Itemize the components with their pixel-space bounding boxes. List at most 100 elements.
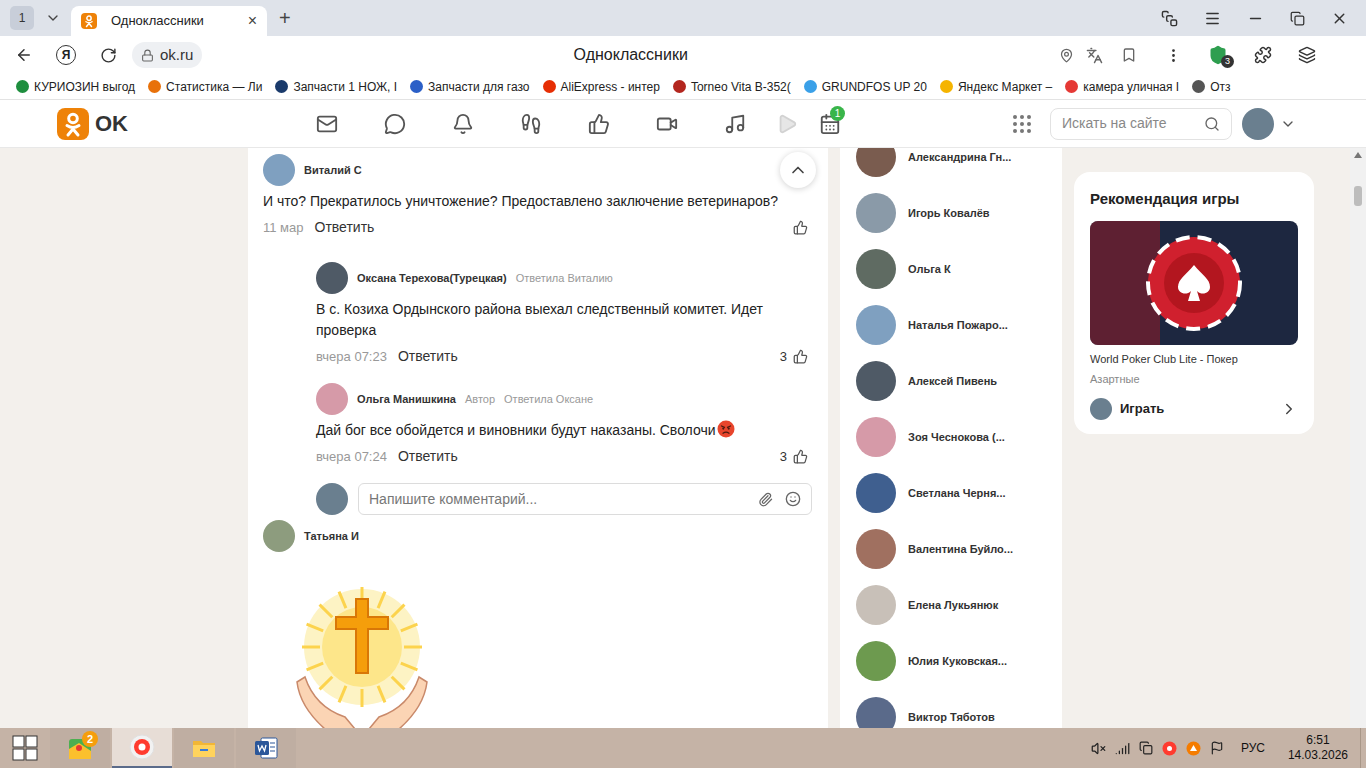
yandex-button[interactable]: Я xyxy=(56,45,76,65)
show-desktop[interactable] xyxy=(1360,728,1366,768)
bookmark-item[interactable]: Запчасти для газо xyxy=(410,78,529,96)
tabs-dropdown-icon[interactable] xyxy=(45,10,61,26)
friend-item[interactable]: Игорь Ковалёв xyxy=(840,185,1062,241)
nav-item[interactable]: 1 xyxy=(805,100,855,148)
friend-item[interactable]: Виктор Тяботов xyxy=(840,689,1062,728)
profile-chevron-icon[interactable] xyxy=(1280,116,1296,132)
play-button[interactable]: Играть xyxy=(1090,398,1298,420)
nav-item[interactable] xyxy=(361,100,429,148)
comment-avatar[interactable] xyxy=(316,262,348,294)
bookmark-item[interactable]: Яндекс Маркет – xyxy=(940,78,1052,96)
tray-window-icon[interactable] xyxy=(1139,741,1153,755)
language-indicator[interactable]: РУС xyxy=(1241,739,1265,757)
taskbar-app[interactable]: 2 xyxy=(50,728,110,768)
emoji-icon[interactable] xyxy=(785,491,801,507)
windows-start-icon[interactable] xyxy=(12,735,38,761)
back-icon[interactable] xyxy=(15,46,33,64)
like-icon[interactable] xyxy=(793,220,808,235)
more-icon[interactable] xyxy=(1165,47,1182,64)
comment-author[interactable]: Татьяна И xyxy=(304,528,359,545)
volume-muted-icon[interactable] xyxy=(1091,741,1106,756)
bookmark-item[interactable]: Запчасти 1 НОЖ, I xyxy=(275,78,397,96)
tray-alice-icon[interactable] xyxy=(1186,741,1201,756)
protect-button[interactable]: 3 xyxy=(1208,45,1228,65)
tab-counter[interactable]: 1 xyxy=(10,6,34,30)
bookmark-item[interactable]: Отз xyxy=(1192,78,1230,96)
comment-avatar[interactable] xyxy=(263,154,295,186)
taskbar-app[interactable] xyxy=(174,728,234,768)
reply-button[interactable]: Ответить xyxy=(398,446,458,467)
network-icon[interactable] xyxy=(1115,741,1130,756)
bookmark-icon[interactable] xyxy=(1121,47,1137,63)
bookmark-item[interactable]: Статистика — Ли xyxy=(148,78,262,96)
sidebar-icon[interactable] xyxy=(1298,46,1316,64)
attach-icon[interactable] xyxy=(758,492,773,507)
comment-avatar[interactable] xyxy=(316,383,348,415)
nav-item[interactable] xyxy=(701,100,769,148)
like-icon[interactable] xyxy=(793,349,808,364)
nav-item[interactable] xyxy=(769,100,805,148)
page-scrollbar[interactable] xyxy=(1350,148,1366,728)
comment: Ольга МанишкинаАвторОтветила ОксанеДай б… xyxy=(248,383,828,467)
reply-to[interactable]: Ответила Виталию xyxy=(516,270,613,287)
bookmark-item[interactable]: GRUNDFOS UP 20 xyxy=(804,78,927,96)
like-icon[interactable] xyxy=(793,449,808,464)
comment-avatar[interactable] xyxy=(263,520,295,552)
scroll-up-arrow-icon[interactable] xyxy=(1354,152,1362,158)
friend-item[interactable]: Светлана Черня... xyxy=(840,465,1062,521)
friend-name: Ольга К xyxy=(908,261,951,278)
friend-item[interactable]: Ольга К xyxy=(840,241,1062,297)
reply-button[interactable]: Ответить xyxy=(315,217,375,238)
site-logo[interactable]: OK xyxy=(0,108,293,140)
friend-avatar xyxy=(856,305,896,345)
game-name[interactable]: World Poker Club Lite - Покер xyxy=(1090,351,1298,368)
translate-icon[interactable] xyxy=(1086,47,1103,64)
apps-grid-icon[interactable] xyxy=(1012,114,1032,134)
reply-to[interactable]: Ответила Оксане xyxy=(504,391,593,408)
tab-close-button[interactable]: × xyxy=(248,13,257,29)
scroll-thumb[interactable] xyxy=(1354,186,1362,206)
taskbar-app[interactable] xyxy=(112,728,172,768)
reload-icon[interactable] xyxy=(100,47,117,64)
friend-item[interactable]: Валентина Буйло... xyxy=(840,521,1062,577)
scroll-up-button[interactable] xyxy=(780,152,816,188)
comment-author[interactable]: Ольга Манишкина xyxy=(357,391,456,408)
site-search[interactable]: Искать на сайте xyxy=(1050,108,1232,140)
bookmark-item[interactable]: Torneo Vita B-352( xyxy=(673,78,791,96)
comment-author[interactable]: Оксана Терехова(Турецкая) xyxy=(357,270,507,287)
clock[interactable]: 6:5114.03.2026 xyxy=(1288,733,1348,763)
nav-item[interactable] xyxy=(497,100,565,148)
bookmark-item[interactable]: AliExpress - интер xyxy=(543,78,660,96)
friend-item[interactable]: Елена Лукьянюк xyxy=(840,577,1062,633)
nav-item[interactable] xyxy=(293,100,361,148)
tray-flag-icon[interactable] xyxy=(1210,741,1224,755)
extensions-icon[interactable] xyxy=(1254,46,1272,64)
location-icon[interactable] xyxy=(1059,48,1074,63)
profile-avatar[interactable] xyxy=(1242,108,1274,140)
address-pill[interactable]: ok.ru xyxy=(132,42,202,68)
comment-author[interactable]: Виталий С xyxy=(304,162,362,179)
bookmark-item[interactable]: камера уличная I xyxy=(1065,78,1179,96)
reply-button[interactable]: Ответить xyxy=(398,346,458,367)
friend-item[interactable]: Юлия Куковская... xyxy=(840,633,1062,689)
friend-item[interactable]: Зоя Чеснокова (... xyxy=(840,409,1062,465)
nav-item[interactable] xyxy=(565,100,633,148)
new-tab-button[interactable]: + xyxy=(279,8,291,28)
taskbar-app[interactable] xyxy=(236,728,296,768)
browser-tab[interactable]: Одноклассники× xyxy=(71,6,267,36)
restore-icon[interactable] xyxy=(1290,11,1305,26)
minimize-icon[interactable] xyxy=(1247,10,1264,27)
friend-item[interactable]: Наталья Пожаро... xyxy=(840,297,1062,353)
close-window-icon[interactable] xyxy=(1331,10,1348,27)
nav-item[interactable] xyxy=(429,100,497,148)
comment: Татьяна И xyxy=(248,520,828,552)
menu-icon[interactable] xyxy=(1204,10,1221,27)
friend-item[interactable]: Александрина Гн... xyxy=(840,148,1062,185)
comment-input[interactable]: Напишите комментарий... xyxy=(358,483,812,515)
nav-item[interactable] xyxy=(633,100,701,148)
game-image[interactable] xyxy=(1090,221,1298,345)
tray-yandex-icon[interactable] xyxy=(1162,741,1177,756)
collections-icon[interactable] xyxy=(1161,10,1178,27)
friend-item[interactable]: Алексей Пивень xyxy=(840,353,1062,409)
bookmark-item[interactable]: КУРИОЗИН выгод xyxy=(16,78,135,96)
